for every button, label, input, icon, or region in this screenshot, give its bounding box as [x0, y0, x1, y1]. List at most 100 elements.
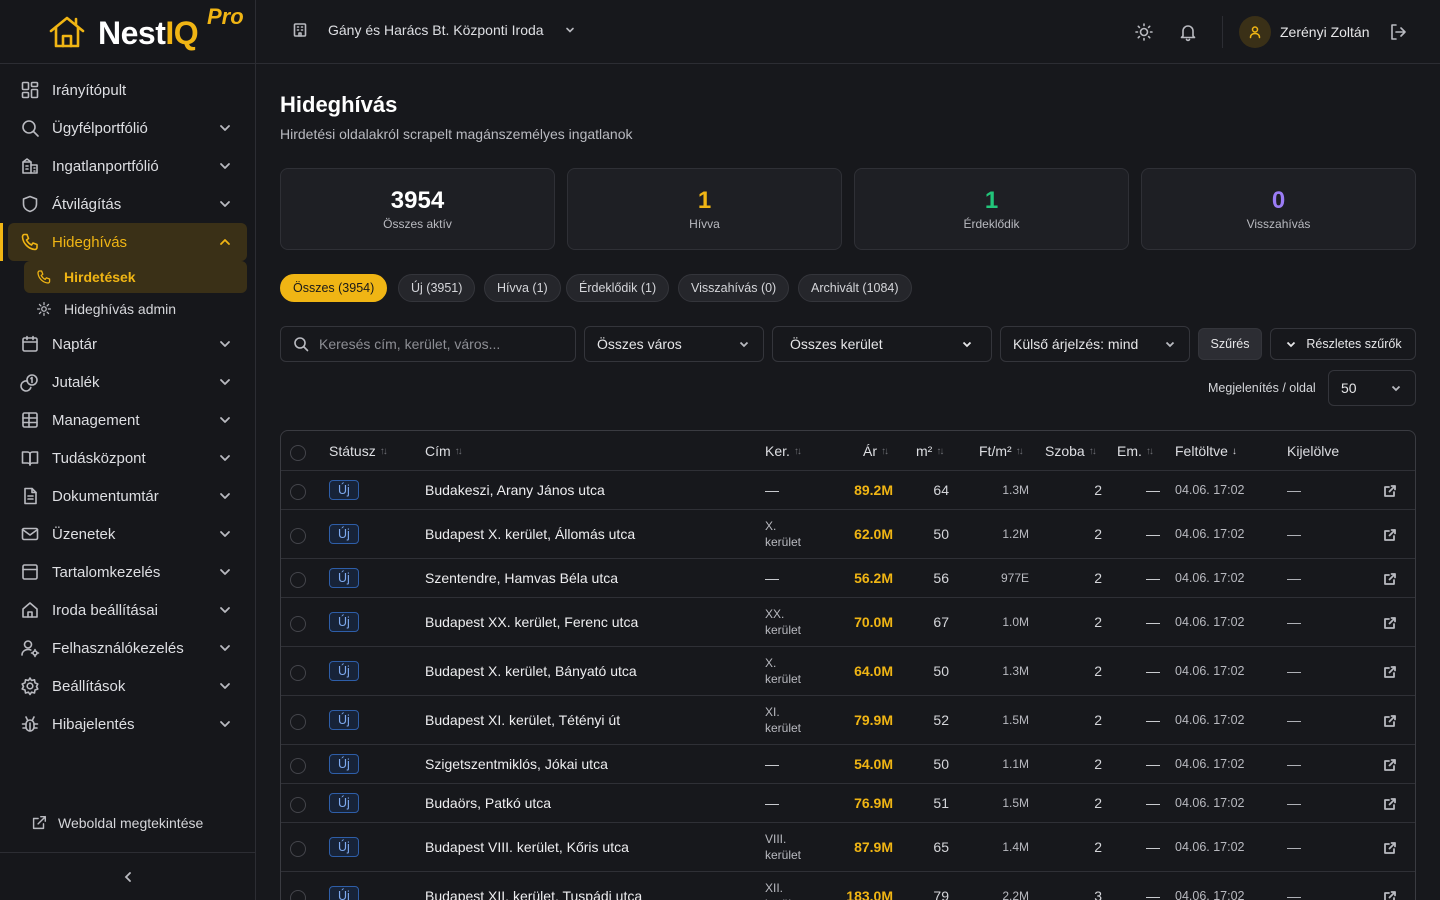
open-listing-button[interactable] — [1383, 758, 1397, 772]
row-checkbox[interactable] — [290, 665, 306, 681]
price-rating-select[interactable]: Külső árjelzés: mind — [1000, 326, 1190, 362]
sidebar-subitem-hirdetesek[interactable]: Hirdetések — [24, 261, 247, 293]
table-row[interactable]: Új Budapest X. kerület, Bányató utca X. ker… — [281, 647, 1415, 696]
open-listing-button[interactable] — [1383, 616, 1397, 630]
row-checkbox[interactable] — [290, 484, 306, 500]
row-checkbox[interactable] — [290, 890, 306, 900]
sidebar-item-felhasznalokezeles[interactable]: Felhasználókezelés — [0, 629, 255, 667]
status-badge[interactable]: Új — [329, 793, 359, 813]
table-row[interactable]: Új Budakeszi, Arany János utca — 89.2M 64 1.3… — [281, 471, 1415, 510]
sidebar-item-beallitasok[interactable]: Beállítások — [0, 667, 255, 705]
status-badge[interactable]: Új — [329, 480, 359, 500]
sidebar-item-ingatlanportfolio[interactable]: Ingatlanportfólió — [0, 147, 255, 185]
address-cell[interactable]: Budapest X. kerület, Állomás utca — [425, 526, 635, 542]
open-listing-button[interactable] — [1383, 528, 1397, 542]
office-selector[interactable]: Gány és Harács Bt. Központi Iroda — [280, 22, 584, 38]
advanced-filters-button[interactable]: Részletes szűrők — [1270, 328, 1416, 360]
address-cell[interactable]: Budapest XII. kerület, Tuspádi utca — [425, 888, 642, 900]
theme-toggle-button[interactable] — [1134, 22, 1154, 42]
row-checkbox[interactable] — [290, 841, 306, 857]
table-row[interactable]: Új Szentendre, Hamvas Béla utca — 56.2M 56 97… — [281, 559, 1415, 598]
address-cell[interactable]: Szentendre, Hamvas Béla utca — [425, 570, 618, 586]
tab-new[interactable]: Új (3951) — [398, 274, 476, 302]
sidebar-item-hibajelentes[interactable]: Hibajelentés — [0, 705, 255, 743]
status-badge[interactable]: Új — [329, 661, 359, 681]
tab-all[interactable]: Összes (3954) — [280, 274, 388, 302]
sidebar-item-jutalek[interactable]: Jutalék — [0, 363, 255, 401]
status-badge[interactable]: Új — [329, 754, 359, 774]
sidebar-item-management[interactable]: Management — [0, 401, 255, 439]
col-district[interactable]: Ker. ↑↓ — [765, 443, 802, 459]
col-uploaded[interactable]: Feltöltve ↓ — [1175, 443, 1237, 459]
row-checkbox[interactable] — [290, 797, 306, 813]
open-listing-button[interactable] — [1383, 841, 1397, 855]
address-cell[interactable]: Budapest X. kerület, Bányató utca — [425, 663, 637, 679]
sidebar-item-iroda-beallitasai[interactable]: Iroda beállításai — [0, 591, 255, 629]
search-box[interactable] — [280, 326, 576, 362]
status-badge[interactable]: Új — [329, 568, 359, 588]
col-price-per-m2[interactable]: Ft/m² ↑↓ — [979, 443, 1024, 459]
status-badge[interactable]: Új — [329, 710, 359, 730]
collapse-sidebar-button[interactable] — [0, 852, 255, 900]
sidebar-item-naptar[interactable]: Naptár — [0, 325, 255, 363]
col-area[interactable]: m² ↑↓ — [916, 443, 944, 459]
open-listing-button[interactable] — [1383, 890, 1397, 900]
status-badge[interactable]: Új — [329, 524, 359, 544]
sidebar-item-tudaskozpont[interactable]: Tudásközpont — [0, 439, 255, 477]
address-cell[interactable]: Budaörs, Patkó utca — [425, 795, 551, 811]
open-listing-button[interactable] — [1383, 665, 1397, 679]
address-cell[interactable]: Budapest XX. kerület, Ferenc utca — [425, 614, 638, 630]
address-cell[interactable]: Budakeszi, Arany János utca — [425, 482, 605, 498]
col-address[interactable]: Cím ↑↓ — [425, 443, 463, 459]
sidebar-item-uzenetek[interactable]: Üzenetek — [0, 515, 255, 553]
filter-button[interactable]: Szűrés — [1198, 328, 1262, 360]
row-checkbox[interactable] — [290, 572, 306, 588]
sidebar-item-hideghivas[interactable]: Hideghívás — [0, 223, 247, 261]
open-listing-button[interactable] — [1383, 797, 1397, 811]
visit-website-link[interactable]: Weboldal megtekintése — [20, 814, 203, 832]
col-status[interactable]: Státusz ↑↓ — [329, 443, 388, 459]
table-row[interactable]: Új Budapest XX. kerület, Ferenc utca XX. ke… — [281, 598, 1415, 647]
tab-callback[interactable]: Visszahívás (0) — [678, 274, 790, 302]
sidebar-item-dokumentumtar[interactable]: Dokumentumtár — [0, 477, 255, 515]
district-select[interactable]: Összes kerület — [772, 326, 992, 362]
table-row[interactable]: Új Budapest X. kerület, Állomás utca X. ker… — [281, 510, 1415, 559]
logout-button[interactable] — [1388, 22, 1408, 42]
col-rooms[interactable]: Szoba ↑↓ — [1045, 443, 1097, 459]
tab-interested[interactable]: Érdeklődik (1) — [566, 274, 670, 302]
row-checkbox[interactable] — [290, 714, 306, 730]
sidebar-subitem-hideghivas-admin[interactable]: Hideghívás admin — [24, 293, 247, 325]
table-row[interactable]: Új Budapest XII. kerület, Tuspádi utca XII… — [281, 872, 1415, 900]
notifications-button[interactable] — [1178, 22, 1198, 42]
col-floor[interactable]: Em. ↑↓ — [1117, 443, 1154, 459]
tab-called[interactable]: Hívva (1) — [484, 274, 561, 302]
status-badge[interactable]: Új — [329, 886, 359, 900]
sidebar-item-atvilagitas[interactable]: Átvilágítás — [0, 185, 255, 223]
search-input[interactable] — [319, 336, 569, 352]
sidebar-item-iranyitopult[interactable]: Irányítópult — [0, 71, 255, 109]
address-cell[interactable]: Budapest XI. kerület, Tétényi út — [425, 712, 620, 728]
open-listing-button[interactable] — [1383, 572, 1397, 586]
sidebar-item-tartalomkezeles[interactable]: Tartalomkezelés — [0, 553, 255, 591]
col-price[interactable]: Ár ↑↓ — [863, 443, 889, 459]
logo[interactable]: NestIQ Pro — [0, 0, 255, 64]
row-checkbox[interactable] — [290, 528, 306, 544]
address-cell[interactable]: Budapest VIII. kerület, Kőris utca — [425, 839, 629, 855]
address-cell[interactable]: Szigetszentmiklós, Jókai utca — [425, 756, 608, 772]
user-menu[interactable]: Zerényi Zoltán — [1239, 16, 1369, 48]
open-listing-button[interactable] — [1383, 484, 1397, 498]
row-checkbox[interactable] — [290, 758, 306, 774]
city-select[interactable]: Összes város — [584, 326, 764, 362]
select-all-checkbox[interactable] — [290, 445, 306, 461]
status-badge[interactable]: Új — [329, 837, 359, 857]
sidebar-item-ugyfelportfolio[interactable]: Ügyfélportfólió — [0, 109, 255, 147]
table-row[interactable]: Új Budaörs, Patkó utca — 76.9M 51 1.5M 2 — 04.06… — [281, 784, 1415, 823]
per-page-select[interactable]: 50 — [1328, 370, 1416, 406]
tab-archived[interactable]: Archivált (1084) — [798, 274, 912, 302]
table-row[interactable]: Új Budapest VIII. kerület, Kőris utca VIII… — [281, 823, 1415, 872]
status-badge[interactable]: Új — [329, 612, 359, 632]
table-row[interactable]: Új Szigetszentmiklós, Jókai utca — 54.0M 50 1… — [281, 745, 1415, 784]
open-listing-button[interactable] — [1383, 714, 1397, 728]
row-checkbox[interactable] — [290, 616, 306, 632]
table-row[interactable]: Új Budapest XI. kerület, Tétényi út XI. ker… — [281, 696, 1415, 745]
